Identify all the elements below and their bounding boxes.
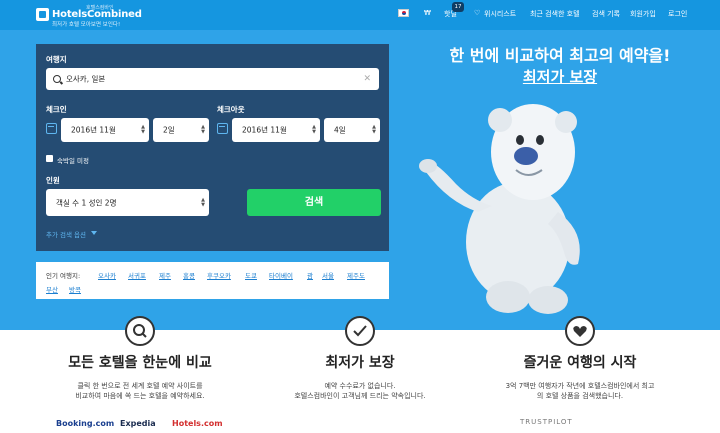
hero-subtitle[interactable]: 최저가 보장: [400, 66, 720, 87]
chevron-down-icon[interactable]: [91, 231, 97, 235]
wishlist-heart-icon[interactable]: ♡: [474, 9, 480, 17]
feature-title: 즐거운 여행의 시작: [523, 355, 637, 371]
checkin-day-value: 2일: [163, 125, 175, 135]
logo-emblem-icon: [36, 8, 49, 21]
login-link[interactable]: 로그인: [668, 9, 687, 19]
guests-value: 객실 수 1 성인 2명: [56, 198, 117, 207]
logo-brand: HotelsCombined: [52, 9, 142, 20]
destination-value: 오사카, 일본: [66, 74, 106, 84]
guests-label: 인원: [46, 176, 60, 185]
popular-destination-link[interactable]: 서귀포: [128, 270, 146, 280]
feature-description: 클릭 한 번으로 전 세계 호텔 예약 사이트를 비교하여 마음에 쏙 드는 호…: [40, 381, 240, 401]
checkout-month-value: 2016년 11월: [242, 125, 287, 135]
checkin-calendar-icon[interactable]: [46, 123, 57, 134]
clear-icon[interactable]: ✕: [363, 74, 371, 84]
feature-description-line: 3억 7백만 여행자가 작년에 호텔스컴바인에서 최고: [505, 382, 655, 390]
select-arrows-icon: ▲ ▼: [141, 124, 145, 135]
select-arrows-icon: ▲ ▼: [372, 124, 376, 135]
popular-destination-link[interactable]: 부산: [46, 284, 58, 294]
guests-select[interactable]: 객실 수 1 성인 2명 ▲ ▼: [46, 189, 209, 216]
popular-destination-link[interactable]: 도쿄: [245, 270, 257, 280]
checkout-day-select[interactable]: 4일 ▲ ▼: [324, 118, 380, 142]
checkin-month-select[interactable]: 2016년 11월 ▲ ▼: [61, 118, 149, 142]
hot-deals-count-badge: 17: [452, 2, 464, 12]
feature-description: 3억 7백만 여행자가 작년에 호텔스컴바인에서 최고 의 호텔 상품을 검색했…: [480, 381, 680, 401]
logo-slogan: 최저가 호텔 모아보면 보인다!: [52, 22, 121, 28]
heart-icon: [565, 316, 595, 346]
popular-destination-link[interactable]: 후쿠오카: [207, 270, 231, 280]
korea-flag-icon[interactable]: [398, 9, 409, 17]
feature-description-line: 클릭 한 번으로 전 세계 호텔 예약 사이트를: [77, 382, 203, 390]
popular-destination-link[interactable]: 제주: [159, 270, 171, 280]
popular-destination-link[interactable]: 타이베이: [269, 270, 293, 280]
feature-description: 예약 수수료가 없습니다. 호텔스컴바인이 고객님께 드리는 약속입니다.: [260, 381, 460, 401]
more-search-options-link[interactable]: 추가 검색 옵션: [46, 229, 86, 239]
popular-destination-link[interactable]: 방콕: [69, 284, 81, 294]
checkin-day-select[interactable]: 2일 ▲ ▼: [153, 118, 209, 142]
popular-label: 인기 여행지:: [46, 272, 81, 280]
popular-destination-link[interactable]: 홍콩: [183, 270, 195, 280]
checkout-day-value: 4일: [334, 125, 346, 135]
undecided-dates-label: 숙박일 미정: [57, 157, 89, 165]
signup-link[interactable]: 회원가입: [630, 9, 656, 19]
feature-title: 모든 호텔을 한눈에 비교: [68, 355, 212, 371]
wishlist-link[interactable]: 위시리스트: [484, 9, 516, 19]
destination-input[interactable]: 오사카, 일본 ✕: [46, 68, 379, 90]
popular-destination-link[interactable]: 제주도: [347, 270, 365, 280]
checkout-calendar-icon[interactable]: [217, 123, 228, 134]
feature-title: 최저가 보장: [325, 355, 395, 371]
features-section: 모든 호텔을 한눈에 비교 클릭 한 번으로 전 세계 호텔 예약 사이트를 비…: [0, 316, 720, 433]
select-arrows-icon: ▲ ▼: [201, 196, 205, 208]
magnifier-icon: [125, 316, 155, 346]
hero-title: 한 번에 비교하여 최고의 예약을!: [449, 46, 671, 65]
feature-description-line: 호텔스컴바인이 고객님께 드리는 약속입니다.: [294, 392, 426, 400]
popular-destination-link[interactable]: 오사카: [98, 270, 116, 280]
search-button[interactable]: 검색: [247, 189, 381, 216]
feature-description-line: 비교하여 마음에 쏙 드는 호텔을 예약하세요.: [75, 392, 205, 400]
polar-bear-mascot-illustration: [419, 104, 580, 314]
popular-destination-link[interactable]: 괌: [307, 270, 313, 280]
trustpilot-badge: TRUSTPILOT: [520, 418, 573, 426]
popular-destinations: 인기 여행지: 오사카 서귀포 제주 홍콩 후쿠오카 도쿄 타이베이 괌 서울 …: [36, 262, 389, 299]
checkmark-icon: [345, 316, 375, 346]
checkout-label: 체크아웃: [217, 105, 245, 114]
search-panel: 여행지 오사카, 일본 ✕ 체크인 2016년 11월 ▲ ▼ 2일 ▲ ▼ 체크아…: [36, 44, 389, 251]
search-history-link[interactable]: 검색 기록: [592, 9, 620, 19]
checkin-label: 체크인: [46, 105, 67, 114]
checkout-month-select[interactable]: 2016년 11월 ▲ ▼: [232, 118, 320, 142]
undecided-dates-checkbox[interactable]: [46, 155, 53, 162]
top-nav: 호텔스컴바인 HotelsCombined 최저가 호텔 모아보면 보인다! ₩…: [0, 0, 720, 30]
partner-logo-hotels: Hotels.com: [172, 419, 223, 428]
hotelscombined-logo[interactable]: 호텔스컴바인 HotelsCombined 최저가 호텔 모아보면 보인다!: [36, 5, 142, 28]
checkin-month-value: 2016년 11월: [71, 125, 116, 135]
feature-description-line: 예약 수수료가 없습니다.: [324, 382, 396, 390]
currency-selector[interactable]: ₩: [424, 9, 431, 17]
popular-destination-link[interactable]: 서울: [322, 270, 334, 280]
partner-logo-expedia: Expedia: [120, 419, 156, 428]
select-arrows-icon: ▲ ▼: [201, 124, 205, 135]
destination-label: 여행지: [46, 55, 67, 64]
search-icon: [53, 75, 61, 83]
feature-description-line: 의 호텔 상품을 검색했습니다.: [536, 392, 624, 400]
partner-logo-booking: Booking.com: [56, 419, 115, 428]
recent-hotels-link[interactable]: 최근 검색한 호텔: [530, 9, 580, 19]
select-arrows-icon: ▲ ▼: [312, 124, 316, 135]
